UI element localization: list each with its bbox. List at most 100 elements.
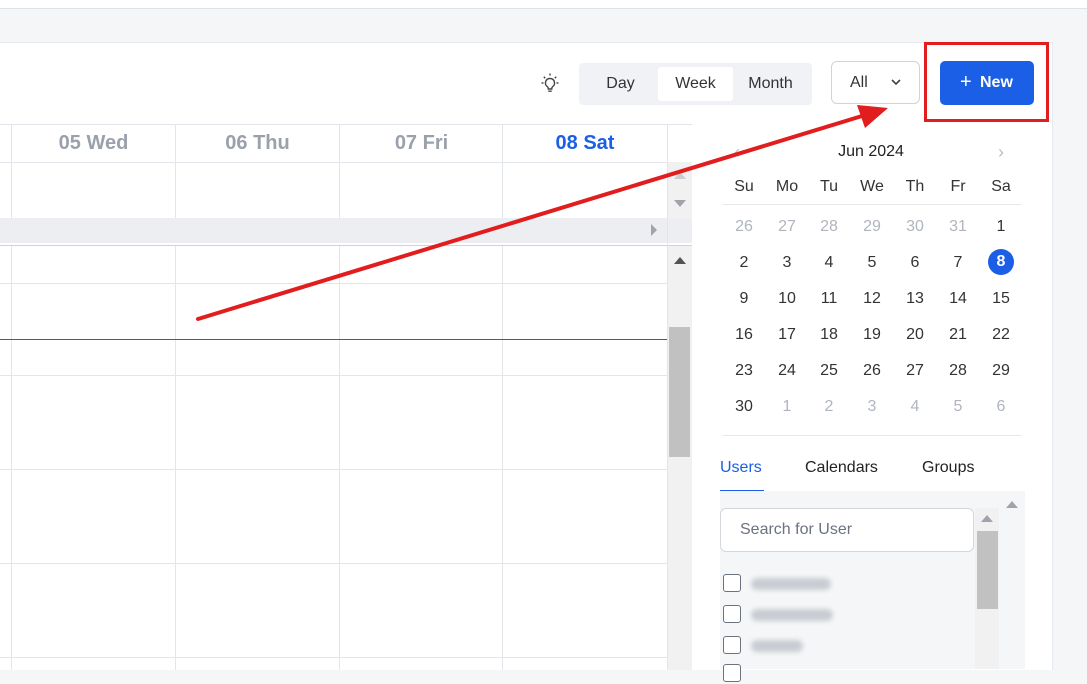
tab-calendars[interactable]: Calendars [805,459,878,477]
scroll-up-arrow[interactable] [674,257,686,264]
next-month-icon[interactable]: › [998,142,1004,163]
grid-line [0,375,667,376]
scroll-up-arrow[interactable] [1006,501,1018,508]
calendar-day[interactable]: 2 [729,250,759,276]
calendar-day[interactable]: 23 [729,358,759,384]
calendar-day[interactable]: 4 [900,394,930,420]
calendar-day[interactable]: 8 [988,249,1014,275]
weekday-label: Sa [991,178,1011,195]
calendar-day[interactable]: 5 [943,394,973,420]
calendar-day[interactable]: 2 [814,394,844,420]
lightbulb-icon[interactable] [538,72,562,96]
day-header-sat[interactable]: 08 Sat [503,125,667,161]
new-button[interactable]: + New [940,61,1034,105]
grid-line [0,245,692,246]
calendar-day[interactable]: 26 [729,214,759,240]
weekday-label: Mo [775,178,799,195]
redacted-user-name [751,640,803,652]
mini-calendar-month: Jun 2024 [838,143,904,160]
calendar-day[interactable]: 31 [943,214,973,240]
calendar-day[interactable]: 16 [729,322,759,348]
calendar-day[interactable]: 25 [814,358,844,384]
calendar-day[interactable]: 19 [857,322,887,348]
grid-line [0,469,667,470]
user-checkbox[interactable] [723,636,741,654]
filter-select[interactable]: All [831,61,920,104]
scrollbar-thumb[interactable] [669,327,690,457]
calendar-day[interactable]: 1 [772,394,802,420]
grid-line [502,125,503,218]
current-time-line [0,339,667,340]
calendar-day[interactable]: 3 [772,250,802,276]
grid-line [0,563,667,564]
header-scrollbar[interactable] [668,162,692,218]
calendar-day[interactable]: 12 [857,286,887,312]
calendar-day[interactable]: 1 [986,214,1016,240]
calendar-day[interactable]: 18 [814,322,844,348]
calendar-day[interactable]: 11 [814,286,844,312]
calendar-day[interactable]: 30 [900,214,930,240]
calendar-day[interactable]: 22 [986,322,1016,348]
calendar-day[interactable]: 6 [986,394,1016,420]
plus-icon: + [960,71,972,93]
grid-line [175,125,176,218]
calendar-day[interactable]: 3 [857,394,887,420]
grid-line [175,246,176,670]
scroll-right-arrow[interactable] [651,224,657,236]
user-checkbox[interactable] [723,574,741,592]
scroll-up-arrow[interactable] [981,515,993,522]
view-day-tab[interactable]: Day [583,67,658,101]
user-search-input[interactable] [720,508,974,552]
grid-line [339,246,340,670]
calendar-day[interactable]: 24 [772,358,802,384]
calendar-day[interactable]: 29 [986,358,1016,384]
calendar-day[interactable]: 4 [814,250,844,276]
scroll-down-arrow[interactable] [674,200,686,207]
grid-line [502,246,503,670]
user-checkbox[interactable] [723,664,741,682]
calendar-day[interactable]: 9 [729,286,759,312]
calendar-day[interactable]: 28 [814,214,844,240]
divider [722,204,1022,205]
calendar-day[interactable]: 30 [729,394,759,420]
grid-line [11,125,12,218]
calendar-day[interactable]: 21 [943,322,973,348]
weekday-label: We [860,178,884,195]
calendar-day[interactable]: 7 [943,250,973,276]
divider [722,435,1022,436]
calendar-day[interactable]: 6 [900,250,930,276]
user-checkbox[interactable] [723,605,741,623]
calendar-day[interactable]: 29 [857,214,887,240]
day-header-thu[interactable]: 06 Thu [176,125,339,161]
calendar-day[interactable]: 27 [900,358,930,384]
calendar-day[interactable]: 10 [772,286,802,312]
scroll-up-arrow[interactable] [674,172,686,179]
calendar-day[interactable]: 17 [772,322,802,348]
calendar-day[interactable]: 28 [943,358,973,384]
grid-line [0,162,667,163]
calendar-day[interactable]: 26 [857,358,887,384]
body-scrollbar[interactable] [668,246,692,670]
chevron-down-icon [891,79,901,86]
calendar-day[interactable]: 5 [857,250,887,276]
filter-select-value: All [850,74,868,91]
all-day-scrollbar[interactable] [0,218,692,243]
scrollbar-thumb[interactable] [977,531,998,609]
grid-line [11,246,12,670]
top-bar [0,0,1087,9]
redacted-user-name [751,609,833,621]
view-month-tab[interactable]: Month [733,67,808,101]
calendar-day[interactable]: 27 [772,214,802,240]
day-header-wed[interactable]: 05 Wed [12,125,175,161]
calendar-day[interactable]: 15 [986,286,1016,312]
day-header-fri[interactable]: 07 Fri [340,125,503,161]
weekday-label: Tu [819,178,839,195]
tab-users[interactable]: Users [720,459,762,477]
tab-groups[interactable]: Groups [922,459,974,477]
calendar-day[interactable]: 13 [900,286,930,312]
grid-line [0,283,667,284]
calendar-day[interactable]: 20 [900,322,930,348]
view-week-tab[interactable]: Week [658,67,733,101]
redacted-user-name [751,578,831,590]
calendar-day[interactable]: 14 [943,286,973,312]
